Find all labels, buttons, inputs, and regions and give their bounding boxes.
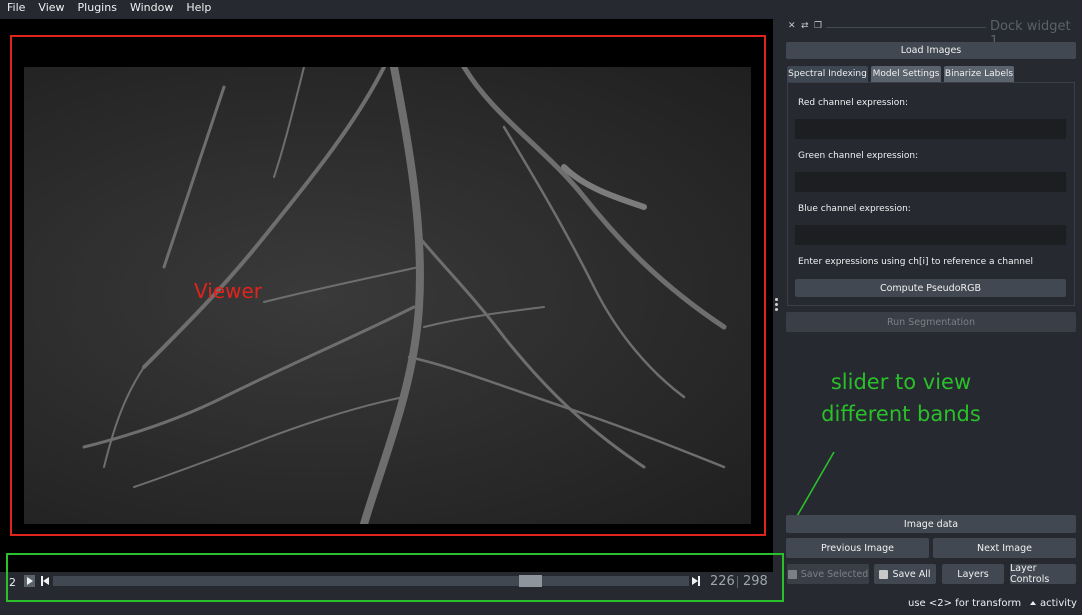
tab-model-settings[interactable]: Model Settings — [871, 66, 941, 82]
activity-toggle[interactable]: activity — [1030, 598, 1077, 609]
menu-plugins[interactable]: Plugins — [78, 1, 117, 15]
image-data-button[interactable]: Image data — [786, 515, 1076, 533]
green-channel-input[interactable] — [795, 172, 1066, 192]
close-icon[interactable]: ✕ — [788, 21, 796, 31]
float-icon[interactable]: ⇄ — [801, 21, 809, 31]
blue-channel-input[interactable] — [795, 225, 1066, 245]
expression-hint: Enter expressions using ch[i] to referen… — [798, 257, 1034, 267]
caret-up-icon — [1030, 601, 1036, 605]
menu-view[interactable]: View — [38, 1, 64, 15]
status-message: use <2> for transform — [908, 598, 1022, 609]
save-selected-button[interactable]: Save Selected — [787, 564, 869, 584]
save-all-button[interactable]: Save All — [874, 564, 936, 584]
spectral-indexing-panel — [787, 82, 1075, 306]
layer-controls-button[interactable]: Layer Controls — [1010, 563, 1076, 585]
previous-image-button[interactable]: Previous Image — [786, 538, 929, 558]
slider-annotation-box — [6, 553, 784, 602]
next-image-button[interactable]: Next Image — [933, 538, 1076, 558]
save-icon — [787, 569, 797, 579]
red-channel-label: Red channel expression: — [798, 98, 909, 108]
tab-binarize-labels[interactable]: Binarize Labels — [944, 66, 1014, 82]
annotation-line-1: slider to view — [830, 370, 972, 394]
menu-file[interactable]: File — [7, 1, 25, 15]
save-selected-label: Save Selected — [800, 568, 869, 580]
tab-spectral-indexing[interactable]: Spectral Indexing — [787, 66, 868, 82]
viewer-annotation-label: Viewer — [194, 279, 262, 303]
green-channel-label: Green channel expression: — [798, 151, 919, 161]
save-all-label: Save All — [892, 568, 931, 580]
layers-button[interactable]: Layers — [942, 564, 1004, 584]
load-images-button[interactable]: Load Images — [786, 42, 1076, 59]
menu-window[interactable]: Window — [130, 1, 173, 15]
activity-label: activity — [1040, 598, 1077, 609]
dock-title-separator — [826, 27, 986, 28]
run-segmentation-button[interactable]: Run Segmentation — [786, 312, 1076, 332]
viewer-annotation-box — [10, 35, 766, 536]
menubar: File View Plugins Window Help — [0, 0, 1082, 15]
menu-help[interactable]: Help — [186, 1, 211, 15]
slider-annotation-text: slider to view different bands — [796, 366, 1006, 430]
red-channel-input[interactable] — [795, 119, 1066, 139]
compute-pseudorgb-button[interactable]: Compute PseudoRGB — [795, 279, 1066, 297]
dock-splitter-handle[interactable] — [775, 298, 778, 312]
undock-icon[interactable]: ❐ — [814, 21, 822, 31]
blue-channel-label: Blue channel expression: — [798, 204, 911, 214]
save-icon — [879, 569, 889, 579]
annotation-line-2: different bands — [821, 402, 981, 426]
